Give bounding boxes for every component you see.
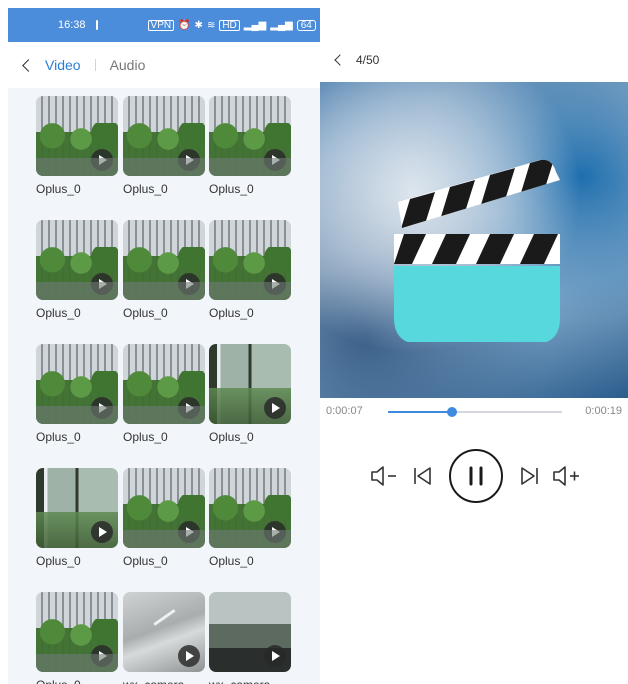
video-preview[interactable] xyxy=(320,82,628,398)
media-picker-panel: 16:38 VPN ⏰ ✱ ≋ HD ▂▄▆ ▂▄▆ 64 Video Audi… xyxy=(8,8,320,684)
video-tile-label: Oplus_0 xyxy=(36,182,81,196)
video-tile[interactable]: wx_camera xyxy=(123,592,205,684)
video-tile[interactable]: Oplus_0 xyxy=(36,96,118,196)
tab-bar: Video Audio xyxy=(8,42,320,88)
app-screen: 16:38 VPN ⏰ ✱ ≋ HD ▂▄▆ ▂▄▆ 64 Video Audi… xyxy=(0,0,628,684)
bluetooth-icon: ✱ xyxy=(194,19,203,31)
video-tile[interactable]: Oplus_0 xyxy=(36,220,118,320)
status-time: 16:38 xyxy=(58,19,86,31)
video-thumbnail[interactable] xyxy=(36,220,118,300)
video-tile-label: Oplus_0 xyxy=(36,554,81,568)
tab-audio[interactable]: Audio xyxy=(110,57,146,73)
video-tile-label: Oplus_0 xyxy=(36,430,81,444)
video-thumbnail[interactable] xyxy=(209,468,291,548)
video-tile[interactable]: Oplus_0 xyxy=(209,468,291,568)
video-thumbnail[interactable] xyxy=(209,96,291,176)
video-thumbnail[interactable] xyxy=(36,592,118,672)
video-thumbnail[interactable] xyxy=(209,220,291,300)
video-tile-label: Oplus_0 xyxy=(36,306,81,320)
video-thumbnail[interactable] xyxy=(36,344,118,424)
video-tile[interactable]: Oplus_0 xyxy=(36,344,118,444)
playback-controls xyxy=(320,446,628,506)
video-tile-label: Oplus_0 xyxy=(123,430,168,444)
play-icon[interactable] xyxy=(178,645,200,667)
video-tile-label: Oplus_0 xyxy=(123,554,168,568)
seek-bar-fill xyxy=(388,411,453,413)
progress-row: 0:00:07 0:00:19 xyxy=(326,402,622,422)
video-tile[interactable]: Oplus_0 xyxy=(36,592,118,684)
battery-icon: 64 xyxy=(296,19,316,31)
video-thumbnail[interactable] xyxy=(123,468,205,548)
video-tile[interactable]: Oplus_0 xyxy=(209,220,291,320)
play-icon[interactable] xyxy=(91,149,113,171)
seek-bar[interactable] xyxy=(388,407,562,417)
video-tile-label: Oplus_0 xyxy=(209,430,254,444)
status-bar: 16:38 VPN ⏰ ✱ ≋ HD ▂▄▆ ▂▄▆ 64 xyxy=(8,8,320,42)
hd-icon: HD xyxy=(219,19,240,31)
video-tile-label: Oplus_0 xyxy=(123,182,168,196)
tab-video[interactable]: Video xyxy=(45,57,81,73)
back-chevron-icon[interactable] xyxy=(22,58,35,72)
video-tile[interactable]: Oplus_0 xyxy=(209,344,291,444)
video-tile[interactable]: Oplus_0 xyxy=(123,96,205,196)
video-tile-label: Oplus_0 xyxy=(209,182,254,196)
volume-down-icon[interactable] xyxy=(370,464,400,488)
pause-button[interactable] xyxy=(448,448,504,504)
video-thumbnail[interactable] xyxy=(123,344,205,424)
play-icon[interactable] xyxy=(91,397,113,419)
video-thumbnail[interactable] xyxy=(123,220,205,300)
play-icon[interactable] xyxy=(264,397,286,419)
total-time: 0:00:19 xyxy=(585,405,622,417)
page-counter: 4/50 xyxy=(356,53,380,67)
video-thumbnail[interactable] xyxy=(123,592,205,672)
wifi-icon: ≋ xyxy=(206,19,216,31)
play-icon[interactable] xyxy=(178,397,200,419)
previous-icon[interactable] xyxy=(412,464,434,488)
video-tile[interactable]: Oplus_0 xyxy=(123,220,205,320)
play-icon[interactable] xyxy=(264,149,286,171)
signal-2-icon: ▂▄▆ xyxy=(270,19,293,31)
status-icons: VPN ⏰ ✱ ≋ HD ▂▄▆ ▂▄▆ 64 xyxy=(147,19,316,31)
play-icon[interactable] xyxy=(178,521,200,543)
video-tile-label: wx_camera xyxy=(123,678,205,684)
video-tile[interactable]: Oplus_0 xyxy=(123,344,205,444)
play-icon[interactable] xyxy=(178,149,200,171)
video-tile-label: Oplus_0 xyxy=(36,678,118,684)
video-tile[interactable]: Oplus_0 xyxy=(36,468,118,568)
clapperboard-icon xyxy=(394,159,560,342)
back-chevron-icon[interactable] xyxy=(334,54,346,66)
volume-up-icon[interactable] xyxy=(552,464,582,488)
video-tile-label: wx_camera xyxy=(209,678,291,684)
tab-divider xyxy=(94,59,96,71)
video-thumbnail[interactable] xyxy=(123,96,205,176)
vpn-icon: VPN xyxy=(147,19,175,31)
play-icon[interactable] xyxy=(91,273,113,295)
play-icon[interactable] xyxy=(264,521,286,543)
video-tile-label: Oplus_0 xyxy=(123,306,168,320)
seek-bar-handle[interactable] xyxy=(447,407,458,417)
signal-icon: ▂▄▆ xyxy=(243,19,267,31)
play-icon[interactable] xyxy=(91,645,113,667)
video-thumbnail[interactable] xyxy=(36,96,118,176)
video-tile-label: Oplus_0 xyxy=(209,554,254,568)
video-thumbnail[interactable] xyxy=(36,468,118,548)
elapsed-time: 0:00:07 xyxy=(326,405,363,417)
video-tile-label: Oplus_0 xyxy=(209,306,254,320)
alarm-icon: ⏰ xyxy=(178,19,191,31)
next-icon[interactable] xyxy=(518,464,540,488)
video-tile[interactable]: Oplus_0 xyxy=(123,468,205,568)
play-icon[interactable] xyxy=(264,645,286,667)
play-icon[interactable] xyxy=(91,521,113,543)
video-tile[interactable]: wx_camera xyxy=(209,592,291,684)
video-thumbnail[interactable] xyxy=(209,344,291,424)
app-notification-icon xyxy=(95,20,98,30)
player-header: 4/50 xyxy=(334,50,380,70)
play-icon[interactable] xyxy=(178,273,200,295)
video-tile[interactable]: Oplus_0 xyxy=(209,96,291,196)
video-thumbnail[interactable] xyxy=(209,592,291,672)
clapperboard-body xyxy=(394,266,560,342)
play-icon[interactable] xyxy=(264,273,286,295)
